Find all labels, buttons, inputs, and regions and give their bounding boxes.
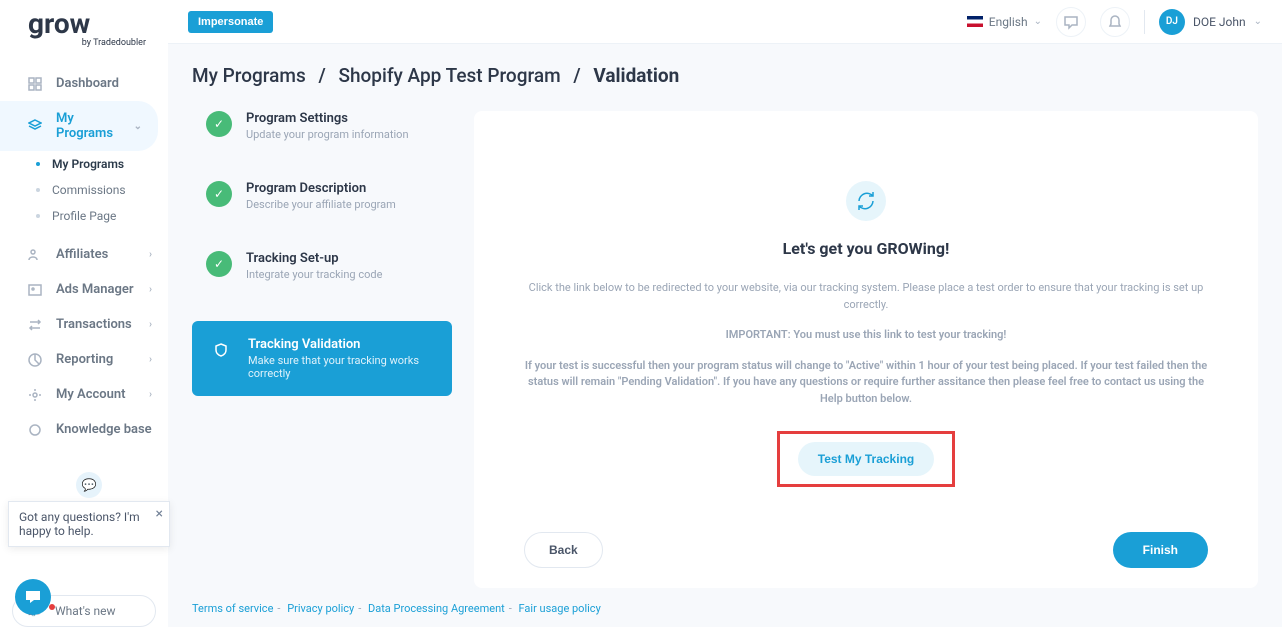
footer-link-dpa[interactable]: Data Processing Agreement	[368, 602, 505, 615]
footer-link-fair-usage[interactable]: Fair usage policy	[519, 602, 601, 615]
footer-link-privacy[interactable]: Privacy policy	[287, 602, 354, 615]
step-tracking-setup[interactable]: ✓ Tracking Set-up Integrate your trackin…	[192, 251, 452, 321]
breadcrumb: My Programs / Shopify App Test Program /…	[192, 64, 1258, 87]
sidebar-item-transactions[interactable]: Transactions ›	[0, 307, 168, 342]
step-tracking-validation[interactable]: Tracking Validation Make sure that your …	[192, 321, 452, 396]
sub-item-commissions[interactable]: Commissions	[28, 177, 168, 203]
step-desc: Integrate your tracking code	[246, 268, 382, 281]
user-menu[interactable]: DJ DOE John ⌄	[1159, 9, 1262, 35]
sidebar-item-affiliates[interactable]: Affiliates ›	[0, 237, 168, 272]
sidebar-item-my-programs[interactable]: My Programs ⌄	[0, 101, 158, 151]
topbar-right: English ⌄ DJ DOE John ⌄	[967, 7, 1262, 37]
finish-button[interactable]: Finish	[1113, 532, 1208, 568]
nav: Dashboard My Programs ⌄ My Programs Comm…	[0, 58, 168, 577]
validation-panel: Let's get you GROWing! Click the link be…	[474, 111, 1258, 588]
chat-avatar-icon: 💬	[76, 472, 102, 498]
refresh-icon	[846, 181, 886, 221]
content: My Programs / Shopify App Test Program /…	[168, 44, 1282, 627]
logo-main: grow	[28, 10, 148, 38]
panel-text-important: IMPORTANT: You must use this link to tes…	[524, 327, 1208, 344]
sidebar-item-label: Reporting	[56, 352, 113, 367]
image-icon	[28, 283, 42, 297]
panel-text-3: If your test is successful then your pro…	[524, 358, 1208, 408]
chat-popup: 💬 × Got any questions? I'm happy to help…	[8, 501, 170, 547]
book-icon	[28, 423, 42, 437]
panel-text-1: Click the link below to be redirected to…	[524, 280, 1208, 313]
test-highlight-box: Test My Tracking	[777, 431, 955, 487]
notification-dot	[49, 604, 55, 610]
chevron-right-icon: ›	[149, 319, 152, 330]
impersonate-button[interactable]: Impersonate	[188, 11, 273, 33]
breadcrumb-current: Validation	[593, 64, 679, 87]
messages-icon[interactable]	[1056, 7, 1086, 37]
close-icon[interactable]: ×	[156, 506, 163, 522]
check-icon: ✓	[206, 111, 232, 137]
panel-heading: Let's get you GROWing!	[524, 239, 1208, 258]
user-name: DOE John	[1193, 15, 1246, 29]
columns: ✓ Program Settings Update your program i…	[192, 111, 1258, 588]
sidebar-item-label: Transactions	[56, 317, 132, 332]
divider	[1144, 10, 1145, 34]
steps-panel: ✓ Program Settings Update your program i…	[192, 111, 452, 588]
footer-link-terms[interactable]: Terms of service	[192, 602, 273, 615]
swap-icon	[28, 318, 42, 332]
footer-links: Terms of service- Privacy policy- Data P…	[192, 588, 1258, 627]
gear-icon	[28, 388, 42, 402]
breadcrumb-item[interactable]: Shopify App Test Program	[338, 64, 560, 87]
step-title: Program Settings	[246, 111, 409, 126]
sidebar-item-label: Affiliates	[56, 247, 108, 262]
chevron-right-icon: ›	[149, 284, 152, 295]
sidebar-item-label: Knowledge base	[56, 422, 152, 437]
users-icon	[28, 248, 42, 262]
chevron-down-icon: ⌄	[1254, 16, 1262, 27]
chevron-right-icon: ›	[149, 249, 152, 260]
step-desc: Describe your affiliate program	[246, 198, 396, 211]
check-icon: ✓	[206, 251, 232, 277]
chevron-right-icon: ›	[149, 389, 152, 400]
check-icon: ✓	[206, 181, 232, 207]
chat-launcher[interactable]	[15, 579, 51, 615]
panel-footer: Back Finish	[524, 492, 1208, 568]
step-title: Tracking Set-up	[246, 251, 382, 266]
logo: grow by Tradedoubler	[0, 0, 168, 58]
step-program-settings[interactable]: ✓ Program Settings Update your program i…	[192, 111, 452, 181]
step-title: Tracking Validation	[248, 337, 436, 352]
avatar: DJ	[1159, 9, 1185, 35]
sidebar-item-label: My Account	[56, 387, 126, 402]
chat-text: Got any questions? I'm happy to help.	[19, 510, 140, 538]
flag-uk-icon	[967, 16, 983, 27]
sidebar-item-label: Dashboard	[56, 76, 119, 91]
language-selector[interactable]: English ⌄	[967, 15, 1042, 29]
sidebar-item-reporting[interactable]: Reporting ›	[0, 342, 168, 377]
sub-item-my-programs[interactable]: My Programs	[28, 151, 168, 177]
step-program-description[interactable]: ✓ Program Description Describe your affi…	[192, 181, 452, 251]
breadcrumb-item[interactable]: My Programs	[192, 64, 306, 87]
chevron-right-icon: ›	[149, 354, 152, 365]
sidebar-item-label: Ads Manager	[56, 282, 134, 297]
sidebar-item-ads-manager[interactable]: Ads Manager ›	[0, 272, 168, 307]
shield-icon	[208, 337, 234, 363]
chevron-down-icon: ⌄	[134, 121, 142, 132]
sub-item-profile-page[interactable]: Profile Page	[28, 203, 168, 229]
sidebar-item-label: My Programs	[56, 111, 134, 141]
sidebar-item-my-account[interactable]: My Account ›	[0, 377, 168, 412]
chevron-down-icon: ⌄	[1034, 16, 1042, 27]
sidebar-item-knowledge-base[interactable]: Knowledge base	[0, 412, 168, 447]
test-my-tracking-button[interactable]: Test My Tracking	[798, 442, 934, 476]
grid-icon	[28, 77, 42, 91]
chart-icon	[28, 353, 42, 367]
bell-icon[interactable]	[1100, 7, 1130, 37]
test-wrap: Test My Tracking	[524, 431, 1208, 487]
step-desc: Make sure that your tracking works corre…	[248, 354, 436, 380]
topbar: Impersonate English ⌄ DJ DOE John ⌄	[168, 0, 1282, 44]
layers-icon	[28, 119, 42, 133]
main: Impersonate English ⌄ DJ DOE John ⌄	[168, 0, 1282, 627]
back-button[interactable]: Back	[524, 532, 603, 568]
sidebar-item-dashboard[interactable]: Dashboard	[0, 66, 168, 101]
step-desc: Update your program information	[246, 128, 409, 141]
step-title: Program Description	[246, 181, 396, 196]
sub-nav: My Programs Commissions Profile Page	[0, 151, 168, 229]
